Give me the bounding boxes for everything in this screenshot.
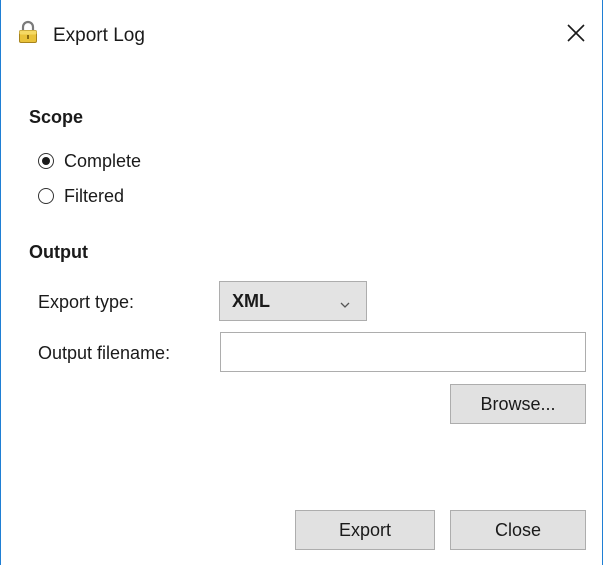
output-filename-label: Output filename: xyxy=(38,343,171,363)
export-button[interactable]: Export xyxy=(295,510,435,550)
scope-option-filtered[interactable]: Filtered xyxy=(38,184,124,208)
lock-icon xyxy=(18,20,38,44)
scope-heading: Scope xyxy=(29,107,84,127)
export-type-select[interactable]: XML xyxy=(219,281,367,321)
chevron-down-icon xyxy=(339,297,351,308)
export-log-dialog: Export Log Scope Complete Filtered Outpu… xyxy=(0,0,603,565)
radio-label-filtered: Filtered xyxy=(64,186,125,206)
title-bar: Export Log xyxy=(1,0,602,62)
radio-selected-dot xyxy=(42,157,50,165)
output-filename-input[interactable] xyxy=(220,332,586,372)
export-type-label: Export type: xyxy=(38,292,135,312)
window-title: Export Log xyxy=(53,25,145,46)
export-type-value: XML xyxy=(232,291,270,311)
close-button[interactable]: Close xyxy=(450,510,586,550)
scope-option-complete[interactable]: Complete xyxy=(38,149,141,173)
radio-button-complete[interactable] xyxy=(38,153,54,169)
radio-button-filtered[interactable] xyxy=(38,188,54,204)
close-icon[interactable] xyxy=(561,18,591,48)
browse-button[interactable]: Browse... xyxy=(450,384,586,424)
radio-label-complete: Complete xyxy=(64,151,142,171)
output-heading: Output xyxy=(29,242,88,262)
